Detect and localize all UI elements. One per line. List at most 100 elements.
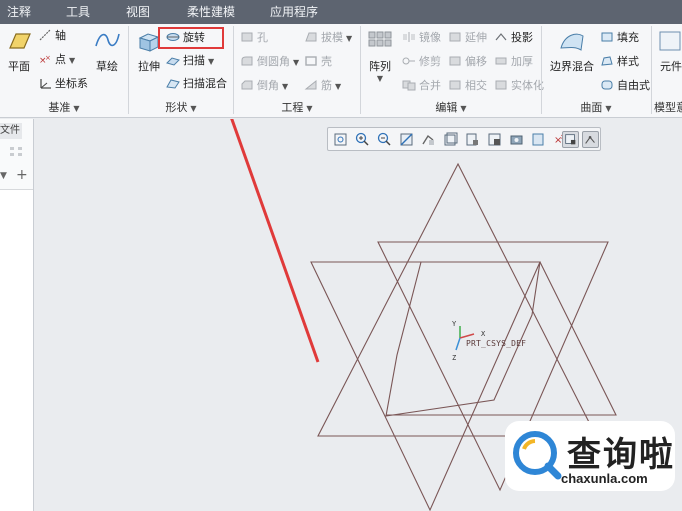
search-icon	[513, 431, 562, 480]
sweep-dropdown-icon[interactable]: ▼	[208, 57, 214, 66]
csys-name-label: PRT_CSYS_DEF	[466, 339, 527, 348]
pattern-label: 阵列	[369, 60, 391, 73]
tab-annotate[interactable]: 注释	[0, 0, 38, 24]
fill-button[interactable]: 填充	[600, 30, 639, 46]
trim-button[interactable]: 修剪	[402, 54, 441, 70]
tab-tools[interactable]: 工具	[52, 0, 104, 24]
thicken-label: 加厚	[511, 55, 533, 68]
watermark-site: chaxunla.com	[561, 471, 648, 486]
merge-button[interactable]: 合并	[402, 78, 441, 94]
boundary-blend-button[interactable]: 边界混合	[546, 28, 598, 74]
chamfer-label: 倒角	[257, 79, 279, 92]
ribbon: 平面 轴 × × 点 ▼ 坐标系 草绘 基准 ▼ 拉伸 旋转 扫描 ▼ 扫描混合 形状 ▼ …	[0, 24, 682, 118]
csys-label: 坐标系	[55, 77, 88, 90]
sketch-icon	[95, 33, 120, 47]
sketch-triangle-up	[317, 162, 597, 437]
component-button[interactable]: 元件	[656, 28, 682, 74]
component-label: 元件	[660, 60, 682, 73]
engineering-group-label[interactable]: 工程 ▼	[234, 100, 360, 116]
swept-blend-icon	[166, 79, 180, 89]
annotation-arrow	[230, 119, 320, 363]
solidify-label: 实体化	[511, 79, 544, 92]
folder-tree-icon[interactable]	[8, 145, 32, 163]
axis-label: 轴	[55, 29, 66, 42]
round-label: 倒圆角	[257, 55, 290, 68]
solidify-icon	[495, 80, 507, 90]
swept-blend-label: 扫描混合	[183, 77, 227, 90]
style-button[interactable]: 样式	[600, 54, 639, 70]
draft-icon	[305, 32, 317, 42]
plane-button[interactable]: 平面	[4, 28, 34, 74]
model-intent-group-label[interactable]: 模型意	[654, 100, 682, 116]
axis-button[interactable]: 轴	[38, 28, 66, 44]
draft-button[interactable]: 拔模 ▼	[304, 30, 352, 46]
tab-applications[interactable]: 应用程序	[254, 0, 334, 24]
csys-button[interactable]: 坐标系	[38, 76, 88, 92]
solidify-button[interactable]: 实体化	[494, 78, 544, 94]
extend-icon	[449, 32, 461, 42]
trim-label: 修剪	[419, 55, 441, 68]
round-icon	[241, 56, 253, 66]
rib-button[interactable]: 筋 ▼	[304, 78, 341, 94]
freestyle-button[interactable]: 自由式	[600, 78, 650, 94]
hole-button[interactable]: 孔	[240, 30, 268, 46]
trim-icon	[402, 57, 415, 65]
sketch-button[interactable]: 草绘	[92, 28, 122, 74]
highlight-box	[158, 27, 224, 49]
hole-icon	[241, 32, 253, 42]
intersect-button[interactable]: 相交	[448, 78, 487, 94]
plane-label: 平面	[8, 60, 30, 73]
csys-axis-z: Z	[452, 354, 456, 362]
project-button[interactable]: 投影	[494, 30, 533, 46]
pattern-icon	[368, 31, 392, 47]
csys-icon	[40, 79, 51, 89]
point-button[interactable]: × × 点 ▼	[38, 52, 75, 68]
round-button[interactable]: 倒圆角 ▼	[240, 54, 299, 70]
collapse-dropdown-icon[interactable]: ▼	[0, 171, 7, 181]
add-icon[interactable]: +	[16, 167, 28, 183]
offset-label: 偏移	[465, 55, 487, 68]
sweep-label: 扫描	[183, 54, 205, 67]
pattern-dropdown-icon[interactable]: ▼	[364, 74, 396, 83]
boundary-blend-icon	[560, 33, 584, 51]
freestyle-label: 自由式	[617, 79, 650, 92]
csys-axis-x: X	[481, 330, 486, 338]
point-icon: ××	[39, 54, 51, 65]
extrude-label: 拉伸	[138, 60, 160, 73]
datum-group-label[interactable]: 基准 ▼	[0, 100, 128, 116]
point-dropdown-icon[interactable]: ▼	[69, 56, 75, 65]
editing-group-label[interactable]: 编辑 ▼	[361, 100, 541, 116]
hole-label: 孔	[257, 31, 268, 44]
mirror-button[interactable]: 镜像	[402, 30, 441, 46]
extend-label: 延伸	[465, 31, 487, 44]
surfaces-group-label[interactable]: 曲面 ▼	[542, 100, 650, 116]
watermark-title: 查询啦	[567, 435, 675, 475]
tab-view[interactable]: 视图	[112, 0, 164, 24]
chamfer-icon	[241, 80, 253, 90]
folder-tab[interactable]: 文件夹	[0, 123, 22, 139]
fill-icon	[601, 32, 613, 42]
offset-icon	[449, 56, 461, 66]
plane-icon	[9, 33, 31, 49]
style-icon	[601, 56, 613, 66]
rib-label: 筋	[321, 79, 332, 92]
boundary-blend-label: 边界混合	[550, 60, 594, 73]
axis-icon	[39, 29, 51, 41]
tab-flexible-modeling[interactable]: 柔性建模	[172, 0, 250, 24]
swept-blend-button[interactable]: 扫描混合	[166, 76, 227, 92]
extend-button[interactable]: 延伸	[448, 30, 487, 46]
thicken-button[interactable]: 加厚	[494, 54, 533, 70]
component-icon	[659, 31, 681, 51]
pattern-button[interactable]: 阵列 ▼	[364, 28, 396, 83]
sketch-label: 草绘	[96, 60, 118, 73]
watermark: 查询啦 chaxunla.com	[505, 421, 675, 491]
shell-button[interactable]: 壳	[304, 54, 332, 70]
navigator-tree	[0, 189, 33, 511]
thicken-icon	[495, 57, 507, 65]
shapes-group-label[interactable]: 形状 ▼	[129, 100, 233, 116]
fill-label: 填充	[617, 31, 639, 44]
chamfer-button[interactable]: 倒角 ▼	[240, 78, 288, 94]
sweep-button[interactable]: 扫描 ▼	[166, 53, 214, 69]
mirror-icon	[403, 32, 415, 42]
offset-button[interactable]: 偏移	[448, 54, 487, 70]
